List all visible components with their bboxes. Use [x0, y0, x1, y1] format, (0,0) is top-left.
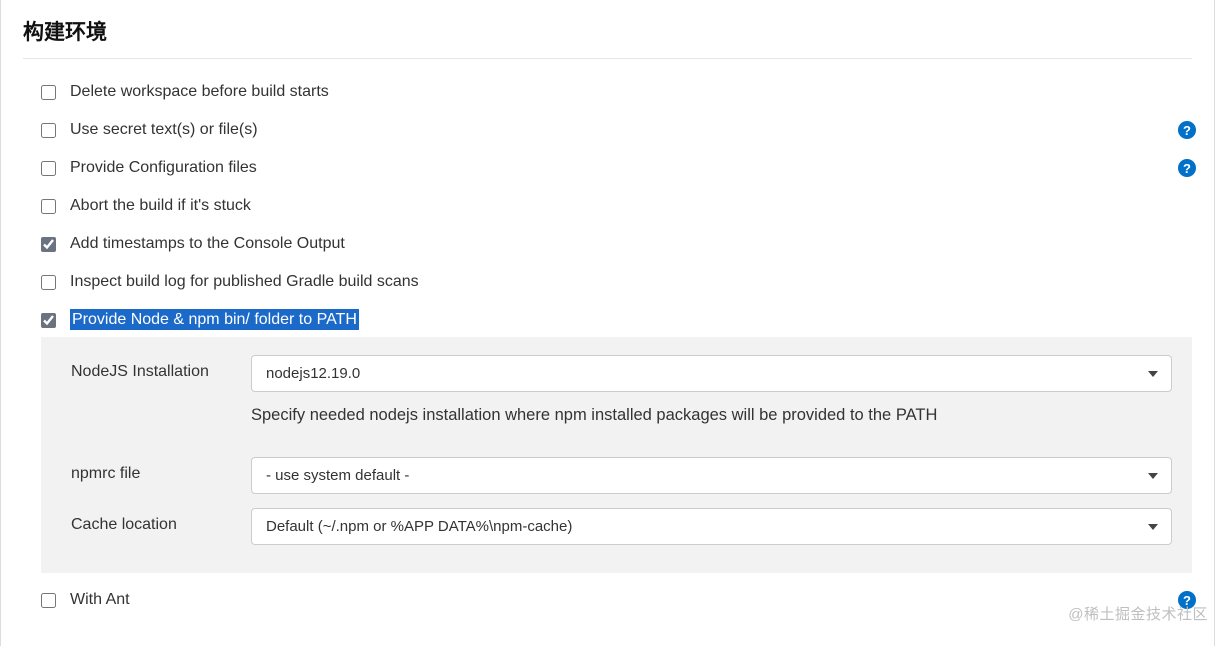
label-delete-workspace[interactable]: Delete workspace before build starts	[70, 83, 329, 101]
checkbox-add-timestamps[interactable]	[41, 237, 56, 252]
options-list: Delete workspace before build starts Use…	[23, 73, 1192, 619]
checkbox-inspect-gradle[interactable]	[41, 275, 56, 290]
option-inspect-gradle: Inspect build log for published Gradle b…	[41, 263, 1192, 301]
label-nodejs-installation: NodeJS Installation	[71, 355, 251, 381]
option-abort-stuck: Abort the build if it's stuck	[41, 187, 1192, 225]
option-provide-config: Provide Configuration files ?	[41, 149, 1192, 187]
help-icon[interactable]: ?	[1178, 121, 1196, 139]
option-add-timestamps: Add timestamps to the Console Output	[41, 225, 1192, 263]
select-wrap-nodejs: nodejs12.19.0	[251, 355, 1172, 392]
label-inspect-gradle[interactable]: Inspect build log for published Gradle b…	[70, 273, 419, 291]
checkbox-abort-stuck[interactable]	[41, 199, 56, 214]
option-provide-node: Provide Node & npm bin/ folder to PATH	[41, 301, 1192, 335]
label-abort-stuck[interactable]: Abort the build if it's stuck	[70, 197, 251, 215]
checkbox-provide-config[interactable]	[41, 161, 56, 176]
label-use-secret[interactable]: Use secret text(s) or file(s)	[70, 121, 258, 139]
label-with-ant[interactable]: With Ant	[70, 591, 130, 609]
label-provide-config[interactable]: Provide Configuration files	[70, 159, 257, 177]
option-use-secret: Use secret text(s) or file(s) ?	[41, 111, 1192, 149]
field-nodejs-installation: NodeJS Installation nodejs12.19.0 Specif…	[71, 355, 1172, 443]
label-provide-node[interactable]: Provide Node & npm bin/ folder to PATH	[70, 311, 359, 329]
watermark: @稀土掘金技术社区	[1068, 603, 1208, 624]
label-npmrc-file: npmrc file	[71, 457, 251, 483]
select-wrap-npmrc: - use system default -	[251, 457, 1172, 494]
help-icon[interactable]: ?	[1178, 159, 1196, 177]
help-text-nodejs: Specify needed nodejs installation where…	[251, 392, 1172, 443]
label-add-timestamps[interactable]: Add timestamps to the Console Output	[70, 235, 345, 253]
select-nodejs-installation[interactable]: nodejs12.19.0	[251, 355, 1172, 392]
node-config-panel: NodeJS Installation nodejs12.19.0 Specif…	[41, 337, 1192, 573]
checkbox-with-ant[interactable]	[41, 593, 56, 608]
option-delete-workspace: Delete workspace before build starts	[41, 73, 1192, 111]
option-with-ant: With Ant ?	[41, 573, 1192, 619]
checkbox-delete-workspace[interactable]	[41, 85, 56, 100]
section-title: 构建环境	[23, 10, 1192, 59]
build-environment-page: 构建环境 Delete workspace before build start…	[0, 0, 1215, 646]
label-cache-location: Cache location	[71, 508, 251, 534]
select-wrap-cache: Default (~/.npm or %APP DATA%\npm-cache)	[251, 508, 1172, 545]
field-cache-location: Cache location Default (~/.npm or %APP D…	[71, 508, 1172, 545]
select-npmrc-file[interactable]: - use system default -	[251, 457, 1172, 494]
field-npmrc-file: npmrc file - use system default -	[71, 457, 1172, 494]
checkbox-use-secret[interactable]	[41, 123, 56, 138]
checkbox-provide-node[interactable]	[41, 313, 56, 328]
select-cache-location[interactable]: Default (~/.npm or %APP DATA%\npm-cache)	[251, 508, 1172, 545]
